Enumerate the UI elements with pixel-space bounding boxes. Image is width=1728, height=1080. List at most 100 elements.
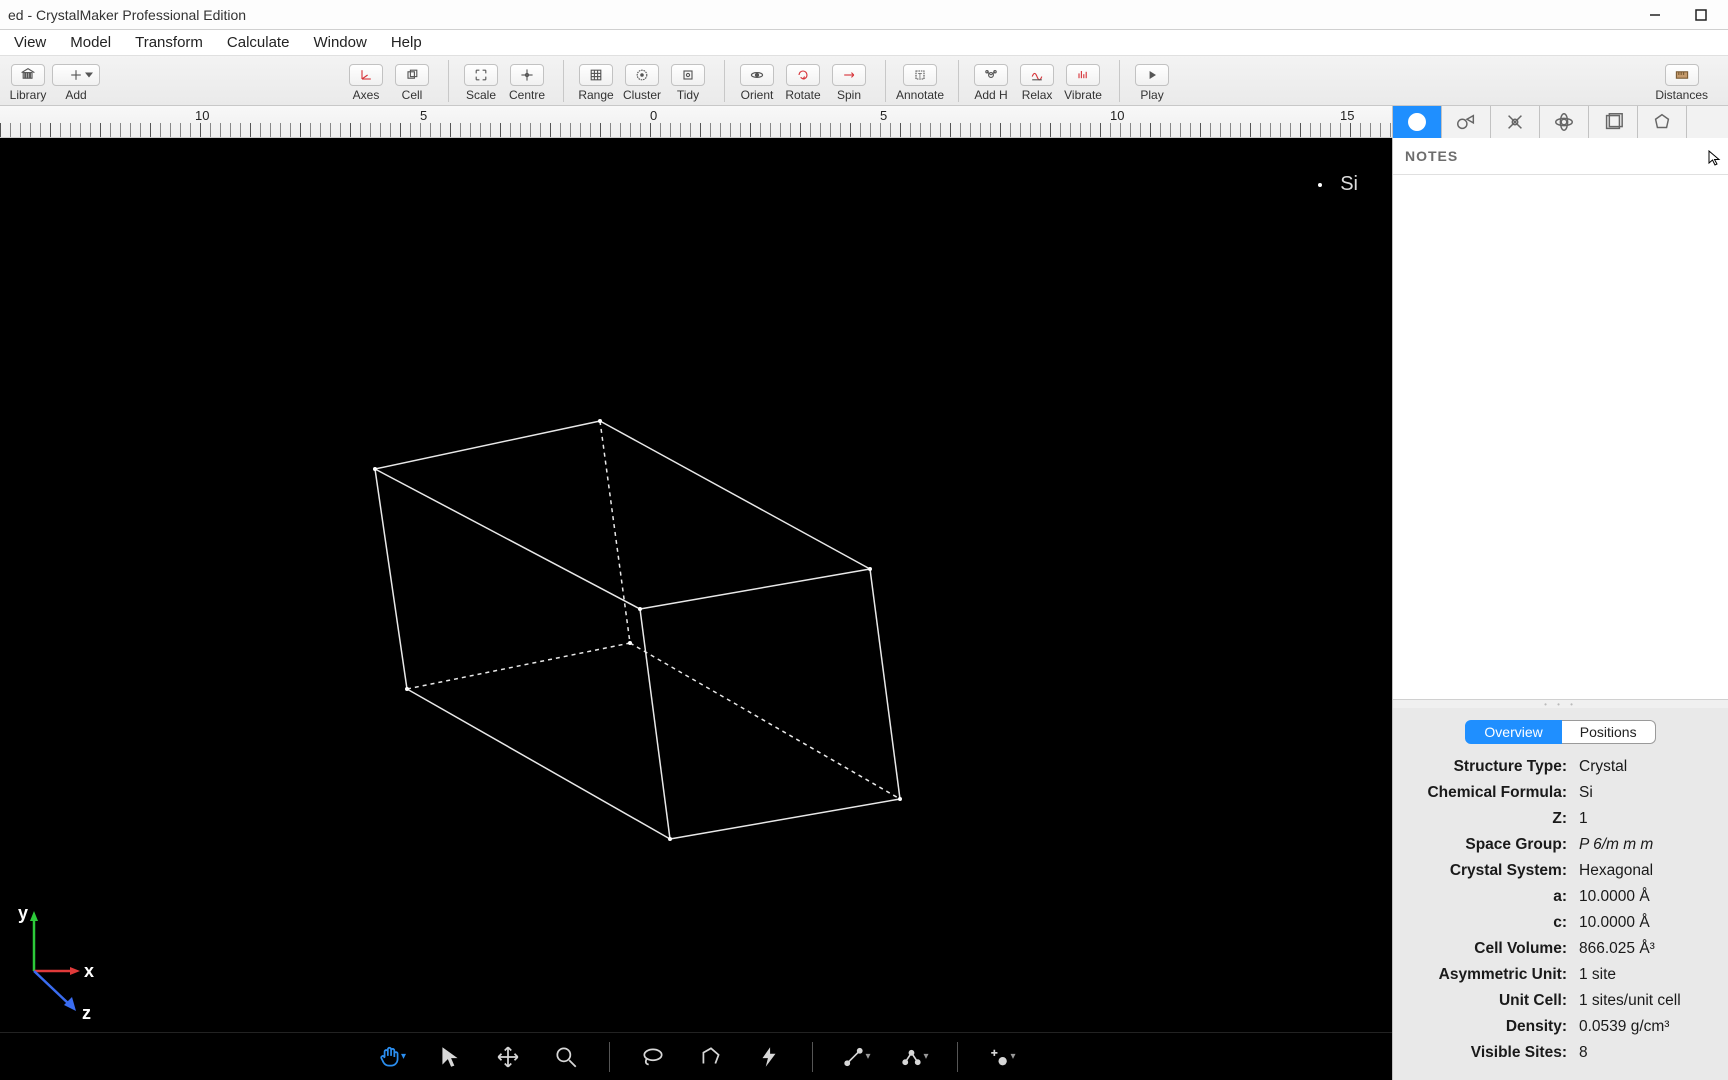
inspector-tabs [1393, 106, 1728, 138]
bond-tool[interactable]: ▾ [841, 1042, 871, 1072]
menu-bar: View Model Transform Calculate Window He… [0, 30, 1728, 56]
add-atom-tool[interactable]: ▾ [986, 1042, 1016, 1072]
inspector-tab-render[interactable] [1442, 106, 1491, 138]
prop-value: 10.0000 Å [1573, 888, 1650, 906]
prop-value: Si [1573, 784, 1593, 802]
tidy-label: Tidy [677, 88, 699, 102]
add-button[interactable]: Add [52, 64, 100, 102]
vibrate-icon [1066, 64, 1100, 86]
prop-label: a [1403, 888, 1573, 906]
inspector-tab-lattice[interactable] [1589, 106, 1638, 138]
prop-label: Asymmetric Unit [1403, 966, 1573, 984]
tripod-y-label: y [18, 903, 28, 923]
tidy-button[interactable]: Tidy [666, 64, 710, 102]
spin-label: Spin [837, 88, 861, 102]
inspector-tab-atom[interactable] [1540, 106, 1589, 138]
ruler-label: 5 [420, 108, 427, 123]
inspector-tab-symmetry[interactable] [1638, 106, 1687, 138]
annotate-label: Annotate [896, 88, 944, 102]
viewport[interactable]: Si y x z ▾ [0, 138, 1392, 1080]
molecule-tool[interactable]: ▾ [899, 1042, 929, 1072]
menu-model[interactable]: Model [70, 34, 111, 51]
rotate-label: Rotate [785, 88, 820, 102]
centre-button[interactable]: Centre [505, 64, 549, 102]
addh-button[interactable]: Add H [969, 64, 1013, 102]
inspector-tab-tools[interactable] [1491, 106, 1540, 138]
scale-icon [464, 64, 498, 86]
tripod-x-label: x [84, 961, 94, 981]
rotate-button[interactable]: Rotate [781, 64, 825, 102]
cluster-button[interactable]: Cluster [620, 64, 664, 102]
prop-value: 1 [1573, 810, 1588, 828]
hand-tool[interactable]: ▾ [377, 1042, 407, 1072]
distances-icon [1665, 64, 1699, 86]
prop-label: c [1403, 914, 1573, 932]
viewport-toolbar: ▾ ▾ ▾ ▾ [0, 1032, 1392, 1080]
menu-calculate[interactable]: Calculate [227, 34, 290, 51]
annotate-icon: T [903, 64, 937, 86]
menu-transform[interactable]: Transform [135, 34, 203, 51]
inspector-tab-info[interactable] [1393, 106, 1442, 138]
relax-icon [1020, 64, 1054, 86]
distances-button[interactable]: Distances [1655, 64, 1708, 102]
workarea: 10 5 0 5 10 15 [0, 106, 1728, 1080]
prop-label: Cell Volume [1403, 940, 1573, 958]
menu-help[interactable]: Help [391, 34, 422, 51]
play-icon [1135, 64, 1169, 86]
bolt-tool[interactable] [754, 1042, 784, 1072]
cell-icon [395, 64, 429, 86]
plus-icon [52, 64, 100, 86]
annotate-button[interactable]: T Annotate [896, 64, 944, 102]
menu-window[interactable]: Window [313, 34, 366, 51]
play-label: Play [1140, 88, 1163, 102]
prop-value: 1 sites/unit cell [1573, 992, 1681, 1010]
prop-value: P 6/m m m [1573, 836, 1653, 854]
zoom-tool[interactable] [551, 1042, 581, 1072]
rotate-icon [786, 64, 820, 86]
prop-label: Density [1403, 1018, 1573, 1036]
panel-splitter[interactable] [1393, 700, 1728, 708]
prop-label: Chemical Formula [1403, 784, 1573, 802]
minimize-button[interactable] [1632, 1, 1678, 29]
lasso-tool[interactable] [638, 1042, 668, 1072]
crystal-cell-render [0, 138, 1392, 1080]
vibrate-button[interactable]: Vibrate [1061, 64, 1105, 102]
cluster-label: Cluster [623, 88, 661, 102]
arrow-tool[interactable] [435, 1042, 465, 1072]
menu-view[interactable]: View [14, 34, 46, 51]
library-icon [11, 64, 45, 86]
spin-button[interactable]: Spin [827, 64, 871, 102]
move-tool[interactable] [493, 1042, 523, 1072]
scale-button[interactable]: Scale [459, 64, 503, 102]
cluster-icon [625, 64, 659, 86]
prop-label: Structure Type [1403, 758, 1573, 776]
prop-value: 866.025 Å³ [1573, 940, 1655, 958]
window-buttons [1632, 1, 1724, 29]
polygon-tool[interactable] [696, 1042, 726, 1072]
play-button[interactable]: Play [1130, 64, 1174, 102]
notes-textarea[interactable] [1393, 175, 1728, 700]
properties-list: Structure TypeCrystal Chemical FormulaSi… [1403, 758, 1718, 1062]
relax-button[interactable]: Relax [1015, 64, 1059, 102]
range-button[interactable]: Range [574, 64, 618, 102]
spin-icon [832, 64, 866, 86]
toolbar: Library Add Axes Cell Scale Centre Range [0, 56, 1728, 106]
tab-positions[interactable]: Positions [1562, 720, 1656, 744]
ruler-label: 10 [1110, 108, 1124, 123]
overview-positions-segmented: Overview Positions [1403, 720, 1718, 744]
library-label: Library [10, 88, 47, 102]
mouse-cursor [1707, 150, 1723, 166]
cell-button[interactable]: Cell [390, 64, 434, 102]
axes-button[interactable]: Axes [344, 64, 388, 102]
legend-dot [1318, 183, 1322, 187]
overview-panel: Overview Positions Structure TypeCrystal… [1393, 708, 1728, 1080]
orient-button[interactable]: Orient [735, 64, 779, 102]
library-button[interactable]: Library [6, 64, 50, 102]
tab-overview[interactable]: Overview [1465, 720, 1561, 744]
tripod-z-label: z [82, 1003, 91, 1021]
maximize-button[interactable] [1678, 1, 1724, 29]
centre-icon [510, 64, 544, 86]
tidy-icon [671, 64, 705, 86]
scale-label: Scale [466, 88, 496, 102]
prop-value: Crystal [1573, 758, 1627, 776]
